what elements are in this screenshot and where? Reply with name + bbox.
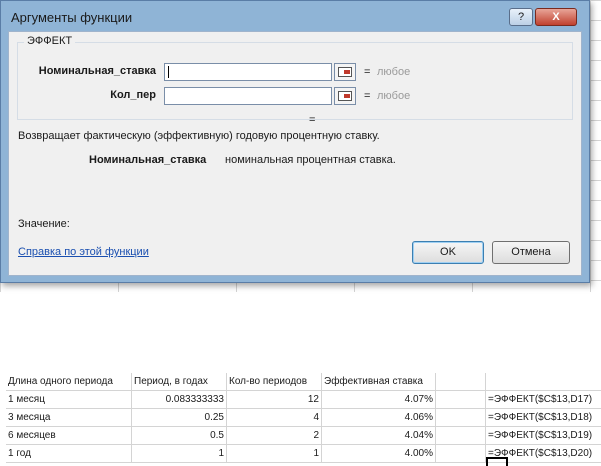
header-cell[interactable] [436, 373, 486, 391]
dialog-title: Аргументы функции [11, 10, 133, 25]
help-button[interactable]: ? [509, 8, 533, 26]
table-cell[interactable]: 4.04% [322, 427, 436, 445]
table-cell[interactable]: 0.083333333 [132, 391, 227, 409]
table-cell[interactable]: 1 месяц [6, 391, 132, 409]
value-label: Значение: [18, 218, 70, 230]
table-row: 1 месяц 0.083333333 12 4.07% =ЭФФЕКТ($C$… [0, 391, 601, 409]
nominal-rate-equals: = [364, 66, 371, 78]
header-cell[interactable] [486, 373, 601, 391]
nominal-rate-collapse-button[interactable] [334, 63, 356, 81]
header-cell[interactable]: Эффективная ставка [322, 373, 436, 391]
arg-label-periods: Кол_пер [110, 89, 156, 101]
function-help-link[interactable]: Справка по этой функции [18, 246, 149, 258]
argument-description-name: Номинальная_ставка [89, 154, 207, 166]
table-cell[interactable] [436, 391, 486, 409]
header-cell[interactable]: Кол-во периодов [227, 373, 322, 391]
cancel-button[interactable]: Отмена [492, 241, 570, 264]
table-row: 1 год 1 1 4.00% =ЭФФЕКТ($C$13,D20) [0, 445, 601, 463]
range-select-icon [338, 91, 352, 101]
table-cell[interactable]: 4.00% [322, 445, 436, 463]
table-cell[interactable] [436, 427, 486, 445]
table-row: 6 месяцев 0.5 2 4.04% =ЭФФЕКТ($C$13,D19) [0, 427, 601, 445]
nominal-rate-input[interactable] [164, 63, 332, 81]
table-cell[interactable]: 12 [227, 391, 322, 409]
table-cell[interactable]: 4 [227, 409, 322, 427]
function-description: Возвращает фактическую (эффективную) год… [18, 130, 380, 142]
ok-button[interactable]: OK [412, 241, 484, 264]
periods-equals: = [364, 90, 371, 102]
dialog-client-area: ЭФФЕКТ Номинальная_ставка = любое Кол_пе… [8, 31, 582, 276]
periods-result: любое [377, 90, 411, 102]
formula-cell[interactable]: =ЭФФЕКТ($C$13,D17) [486, 391, 601, 409]
arg-label-nominal-rate: Номинальная_ставка [38, 65, 156, 77]
function-arguments-dialog: Аргументы функции ? X ЭФФЕКТ Номинальная… [0, 0, 590, 283]
table-cell[interactable]: 1 год [6, 445, 132, 463]
periods-input[interactable] [164, 87, 332, 105]
function-result-equals: = [309, 114, 316, 126]
nominal-rate-result: любое [377, 66, 411, 78]
active-cell-selection[interactable] [486, 457, 508, 466]
table-cell[interactable]: 2 [227, 427, 322, 445]
table-cell[interactable]: 4.06% [322, 409, 436, 427]
header-cell[interactable]: Период, в годах [132, 373, 227, 391]
table-cell[interactable]: 4.07% [322, 391, 436, 409]
table-cell[interactable]: 1 [227, 445, 322, 463]
table-cell[interactable]: 1 [132, 445, 227, 463]
function-name-label: ЭФФЕКТ [24, 35, 76, 47]
table-cell[interactable]: 0.25 [132, 409, 227, 427]
table-cell[interactable] [436, 409, 486, 427]
range-select-icon [338, 67, 352, 77]
dialog-titlebar[interactable]: Аргументы функции ? X [1, 1, 589, 35]
table-cell[interactable] [436, 445, 486, 463]
header-cell[interactable]: Длина одного периода [6, 373, 132, 391]
argument-description-text: номинальная процентная ставка. [225, 154, 396, 166]
formula-cell[interactable]: =ЭФФЕКТ($C$13,D18) [486, 409, 601, 427]
table-header-row: Длина одного периода Период, в годах Кол… [0, 373, 601, 391]
table-row: 3 месяца 0.25 4 4.06% =ЭФФЕКТ($C$13,D18) [0, 409, 601, 427]
periods-collapse-button[interactable] [334, 87, 356, 105]
table-cell[interactable]: 0.5 [132, 427, 227, 445]
formula-cell[interactable]: =ЭФФЕКТ($C$13,D19) [486, 427, 601, 445]
text-caret [168, 66, 169, 78]
arguments-group: ЭФФЕКТ Номинальная_ставка = любое Кол_пе… [17, 35, 573, 120]
table-cell[interactable]: 3 месяца [6, 409, 132, 427]
close-button[interactable]: X [535, 8, 577, 26]
table-cell[interactable]: 6 месяцев [6, 427, 132, 445]
